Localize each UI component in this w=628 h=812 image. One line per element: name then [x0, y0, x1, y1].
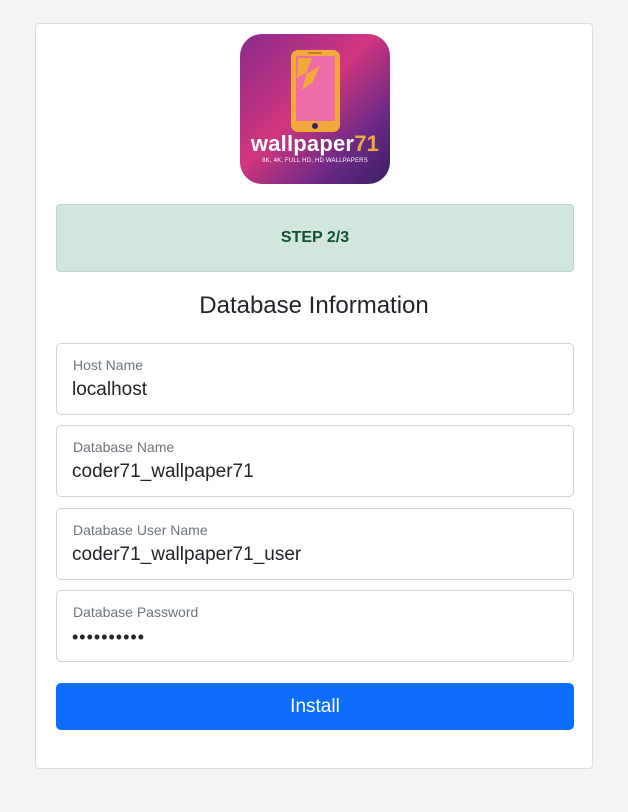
brand-accent: 71 [354, 131, 380, 156]
host-name-value[interactable]: localhost [72, 379, 147, 401]
database-name-value[interactable]: coder71_wallpaper71 [72, 461, 254, 483]
install-card: wallpaper71 8K, 4K, FULL HD, HD WALLPAPE… [35, 23, 593, 769]
app-logo: wallpaper71 8K, 4K, FULL HD, HD WALLPAPE… [240, 34, 390, 184]
page-title: Database Information [199, 292, 429, 319]
host-name-field[interactable]: Host Name localhost [56, 343, 574, 415]
brand-name: wallpaper71 [240, 131, 390, 157]
step-indicator: STEP 2/3 [56, 204, 574, 272]
database-password-field[interactable]: Database Password •••••••••• [56, 590, 574, 662]
database-name-label: Database Name [73, 439, 175, 455]
database-password-value[interactable]: •••••••••• [72, 627, 145, 648]
brand-main: wallpaper [250, 131, 355, 156]
brand-tagline: 8K, 4K, FULL HD, HD WALLPAPERS [262, 158, 368, 164]
database-user-field[interactable]: Database User Name coder71_wallpaper71_u… [56, 508, 574, 580]
database-password-label: Database Password [73, 604, 199, 620]
host-name-label: Host Name [73, 357, 144, 373]
database-user-label: Database User Name [73, 522, 208, 538]
step-label: STEP 2/3 [280, 229, 350, 246]
database-user-value[interactable]: coder71_wallpaper71_user [72, 544, 301, 566]
install-button[interactable]: Install [56, 683, 574, 730]
install-button-label: Install [290, 695, 340, 717]
database-name-field[interactable]: Database Name coder71_wallpaper71 [56, 425, 574, 497]
